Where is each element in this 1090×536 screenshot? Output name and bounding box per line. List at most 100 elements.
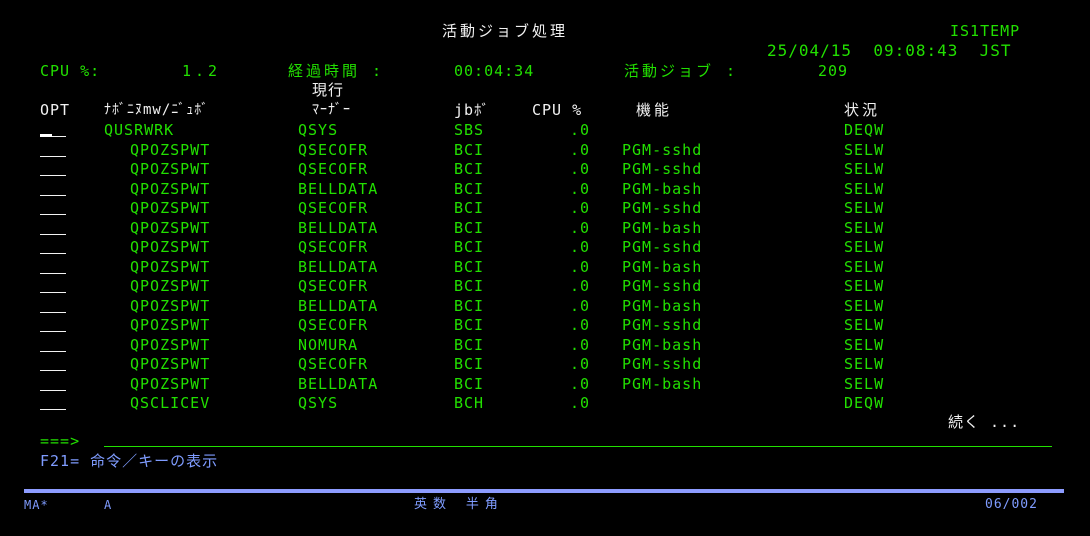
job-status: SELW [844, 375, 885, 393]
job-user: QSYS [298, 121, 339, 139]
job-function: PGM-bash [622, 336, 703, 354]
job-type: BCI [454, 199, 485, 217]
job-type: BCI [454, 277, 485, 295]
job-name: QPOZSPWT [130, 336, 211, 354]
job-function: PGM-bash [622, 180, 703, 198]
job-type: BCI [454, 238, 485, 256]
job-name: QPOZSPWT [130, 297, 211, 315]
job-name: QPOZSPWT [130, 355, 211, 373]
job-user: QSECOFR [298, 199, 369, 217]
job-cpu: .0 [570, 336, 591, 354]
option-input[interactable] [40, 234, 66, 235]
command-prompt: ===> [40, 432, 81, 450]
job-type: BCI [454, 336, 485, 354]
job-function: PGM-sshd [622, 277, 703, 295]
job-name: QSCLICEV [130, 394, 211, 412]
command-input[interactable] [104, 432, 1052, 446]
fkey-f21[interactable]: F21= 命令／キーの表示 [40, 452, 218, 470]
option-input[interactable] [40, 390, 66, 391]
job-cpu: .0 [570, 199, 591, 217]
job-status: SELW [844, 160, 885, 178]
job-user: QSECOFR [298, 355, 369, 373]
job-user: BELLDATA [298, 180, 379, 198]
job-name: QPOZSPWT [130, 277, 211, 295]
job-cpu: .0 [570, 375, 591, 393]
job-function: PGM-sshd [622, 141, 703, 159]
elapsed-value: 00:04:34 [454, 62, 535, 80]
elapsed-label: 経過時間 : [288, 62, 385, 80]
job-cpu: .0 [570, 316, 591, 334]
job-user: QSECOFR [298, 316, 369, 334]
job-type: BCI [454, 141, 485, 159]
option-input[interactable] [40, 253, 66, 254]
job-function: PGM-bash [622, 258, 703, 276]
option-input[interactable] [40, 175, 66, 176]
status-ma: MA* [24, 498, 49, 512]
option-input[interactable] [40, 273, 66, 274]
job-name: QPOZSPWT [130, 160, 211, 178]
job-status: SELW [844, 180, 885, 198]
job-function: PGM-sshd [622, 238, 703, 256]
job-function: PGM-sshd [622, 316, 703, 334]
col-opt: OPT [40, 101, 71, 119]
job-user: QSECOFR [298, 238, 369, 256]
job-status: SELW [844, 355, 885, 373]
col-user: ﾏｰﾅﾞｰ [312, 102, 351, 118]
job-type: BCI [454, 219, 485, 237]
more-indicator: 続く ... [948, 413, 1021, 431]
col-type: jbﾎﾞ [454, 101, 491, 119]
col-status: 状況 [844, 101, 881, 119]
job-function: PGM-sshd [622, 160, 703, 178]
screen-title: 活動ジョブ処理 [442, 22, 569, 40]
col-subsystem-job: ﾅﾎﾞﾆﾇmw/ﾆﾞｭﾎﾞ [104, 102, 210, 118]
date-time: 25/04/15 09:08:43 JST [767, 41, 1012, 60]
job-type: BCI [454, 297, 485, 315]
option-input[interactable] [40, 312, 66, 313]
job-cpu: .0 [570, 297, 591, 315]
job-cpu: .0 [570, 121, 591, 139]
option-input[interactable] [40, 156, 66, 157]
option-input[interactable] [40, 351, 66, 352]
job-status: SELW [844, 219, 885, 237]
job-cpu: .0 [570, 141, 591, 159]
job-status: SELW [844, 316, 885, 334]
job-cpu: .0 [570, 394, 591, 412]
job-status: SELW [844, 336, 885, 354]
job-status: SELW [844, 238, 885, 256]
job-type: BCI [454, 375, 485, 393]
job-user: QSECOFR [298, 141, 369, 159]
job-status: DEQW [844, 121, 885, 139]
command-input-underline [104, 446, 1052, 447]
option-input[interactable] [40, 214, 66, 215]
job-cpu: .0 [570, 355, 591, 373]
current-label: 現行 [312, 81, 345, 99]
job-user: NOMURA [298, 336, 359, 354]
option-input[interactable] [40, 370, 66, 371]
col-function: 機能 [636, 101, 673, 119]
job-cpu: .0 [570, 238, 591, 256]
job-user: QSECOFR [298, 277, 369, 295]
job-user: BELLDATA [298, 219, 379, 237]
option-input[interactable] [40, 292, 66, 293]
job-status: SELW [844, 297, 885, 315]
option-input[interactable] [40, 331, 66, 332]
job-function: PGM-sshd [622, 199, 703, 217]
job-name: QPOZSPWT [130, 180, 211, 198]
job-name: QPOZSPWT [130, 375, 211, 393]
job-type: BCI [454, 160, 485, 178]
cpu-value: 1.2 [182, 62, 222, 80]
job-cpu: .0 [570, 258, 591, 276]
option-input[interactable] [40, 195, 66, 196]
job-type: BCI [454, 258, 485, 276]
active-jobs-label: 活動ジョブ : [624, 62, 739, 80]
job-cpu: .0 [570, 277, 591, 295]
job-type: BCH [454, 394, 485, 412]
option-input[interactable] [40, 409, 66, 410]
job-status: SELW [844, 199, 885, 217]
job-cpu: .0 [570, 160, 591, 178]
job-status: SELW [844, 277, 885, 295]
job-user: BELLDATA [298, 375, 379, 393]
job-name: QPOZSPWT [130, 141, 211, 159]
job-type: SBS [454, 121, 485, 139]
status-a: A [104, 498, 113, 512]
